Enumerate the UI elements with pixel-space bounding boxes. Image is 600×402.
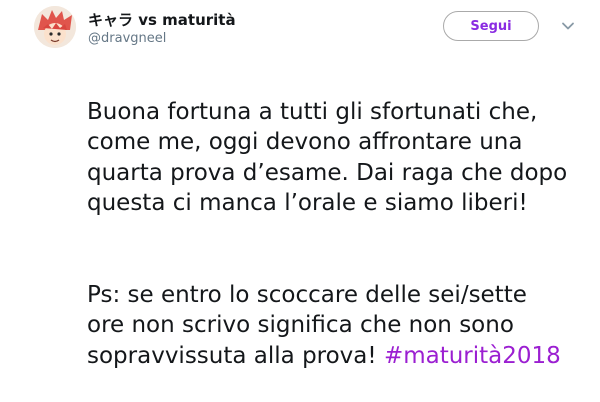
follow-button-label: Segui bbox=[470, 18, 512, 34]
tweet-card: キャラ vs maturità @dravgneel Segui Buona f… bbox=[0, 0, 600, 369]
display-name[interactable]: キャラ vs maturità bbox=[88, 9, 236, 30]
tweet-paragraph-1: Buona fortuna a tutti gli sfortunati che… bbox=[87, 98, 568, 217]
user-handle[interactable]: @dravgneel bbox=[88, 31, 166, 46]
hashtag-link[interactable]: #maturità2018 bbox=[384, 343, 561, 369]
tweet-text: Buona fortuna a tutti gli sfortunati che… bbox=[87, 66, 587, 402]
avatar-image bbox=[34, 6, 76, 48]
follow-button[interactable]: Segui bbox=[443, 11, 539, 41]
chevron-down-icon[interactable] bbox=[560, 18, 576, 34]
avatar[interactable] bbox=[34, 6, 76, 48]
tweet-paragraph-2: Ps: se entro lo scoccare delle sei/sette… bbox=[87, 280, 587, 372]
